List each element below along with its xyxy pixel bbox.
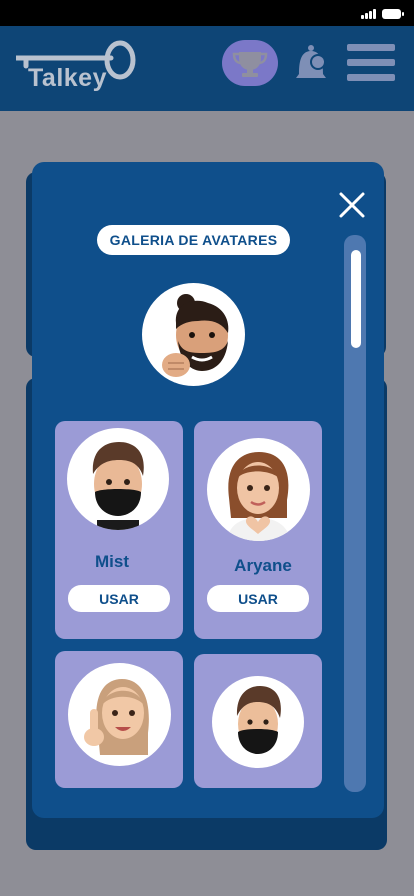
avatar-woman-raised-finger bbox=[84, 679, 149, 755]
menu-button[interactable] bbox=[347, 44, 395, 82]
signal-icon bbox=[361, 9, 377, 19]
close-button[interactable] bbox=[337, 190, 367, 220]
use-avatar-button[interactable]: USAR bbox=[68, 585, 170, 612]
current-avatar bbox=[142, 283, 245, 386]
notifications-button[interactable] bbox=[291, 42, 331, 84]
avatar-name: Mist bbox=[95, 552, 129, 571]
scrollbar-thumb[interactable] bbox=[351, 250, 361, 348]
avatar-woman-heart-hands bbox=[227, 452, 291, 541]
status-bar bbox=[0, 0, 414, 26]
bell-icon bbox=[296, 45, 326, 78]
trophy-icon bbox=[232, 52, 268, 77]
avatar-image bbox=[212, 676, 304, 768]
avatar-young-man-face-mask bbox=[236, 686, 281, 754]
avatar-image bbox=[68, 663, 171, 766]
menu-icon bbox=[347, 44, 395, 51]
close-icon bbox=[339, 192, 365, 218]
logo-text: Talkey bbox=[28, 64, 107, 92]
avatar-bearded-man-bun bbox=[162, 294, 229, 377]
avatar-image bbox=[207, 438, 310, 541]
battery-icon bbox=[382, 9, 404, 19]
gallery-title: GALERIA DE AVATARES bbox=[97, 225, 290, 255]
trophy-button[interactable] bbox=[222, 40, 278, 86]
avatar-image bbox=[67, 428, 169, 530]
use-avatar-button[interactable]: USAR bbox=[207, 585, 309, 612]
avatar-man-face-mask bbox=[92, 442, 144, 530]
avatar-name: Aryane bbox=[234, 556, 292, 575]
